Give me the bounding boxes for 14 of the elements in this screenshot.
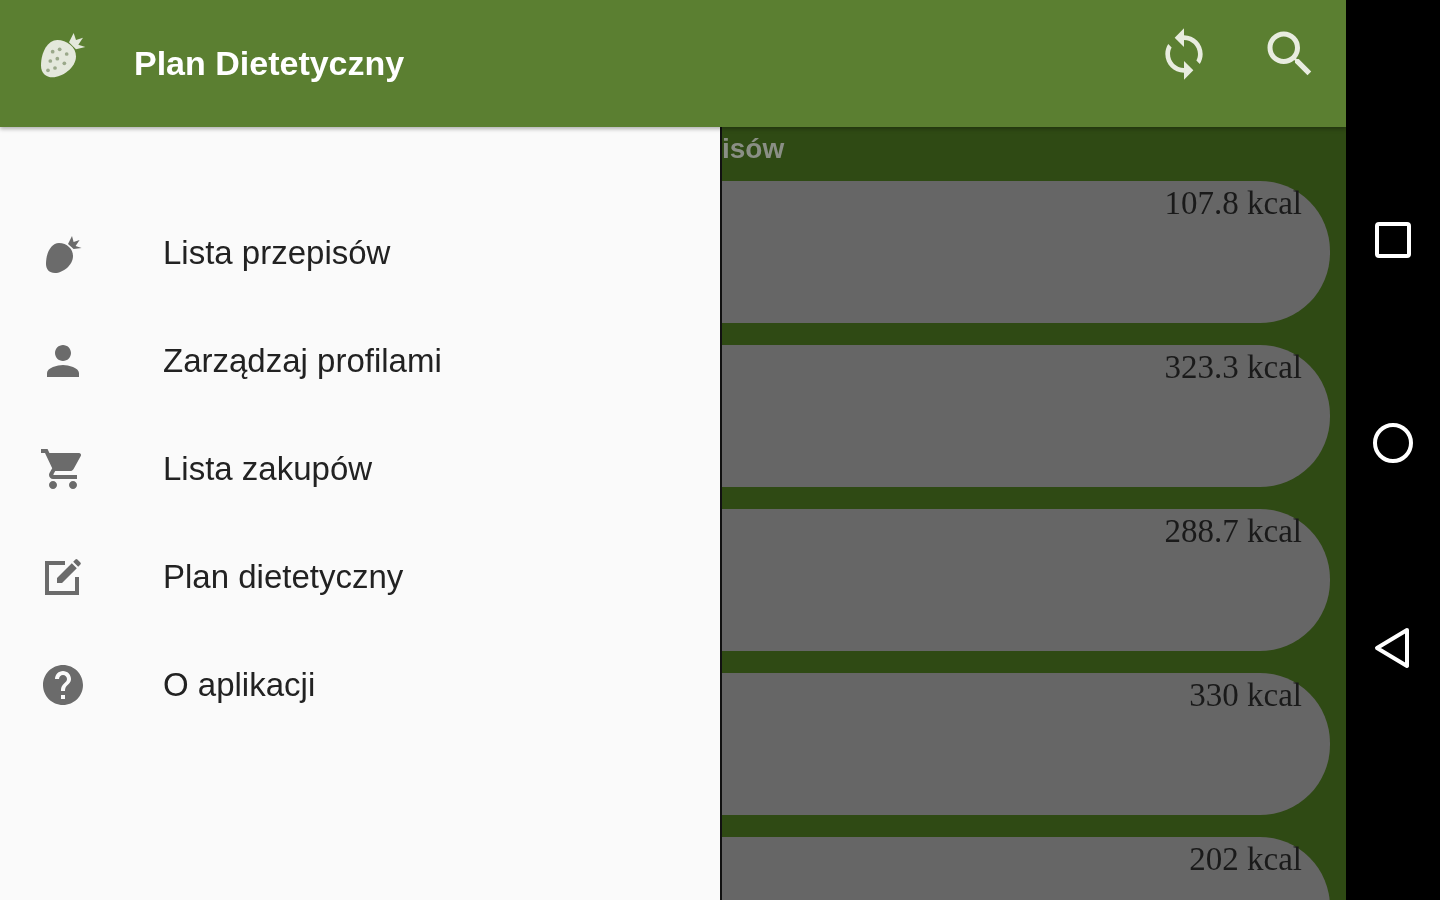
calorie-label: 202 kcal xyxy=(1189,841,1302,878)
drawer-item[interactable]: Lista zakupów xyxy=(0,415,720,523)
home-icon[interactable] xyxy=(1371,421,1415,465)
recents-icon[interactable] xyxy=(1373,220,1413,261)
calorie-label: 323.3 kcal xyxy=(1164,349,1302,386)
drawer-item[interactable]: Lista przepisów xyxy=(0,199,720,307)
drawer-item[interactable]: Plan dietetyczny xyxy=(0,523,720,631)
section-header: isów xyxy=(722,132,786,165)
drawer-item[interactable]: O aplikacji xyxy=(0,631,720,739)
calorie-label: 288.7 kcal xyxy=(1164,513,1302,550)
calorie-label: 107.8 kcal xyxy=(1164,185,1302,222)
app-title: Plan Dietetyczny xyxy=(134,44,405,83)
calorie-label: 330 kcal xyxy=(1189,677,1302,714)
drawer-item[interactable]: Zarządzaj profilami xyxy=(0,307,720,415)
